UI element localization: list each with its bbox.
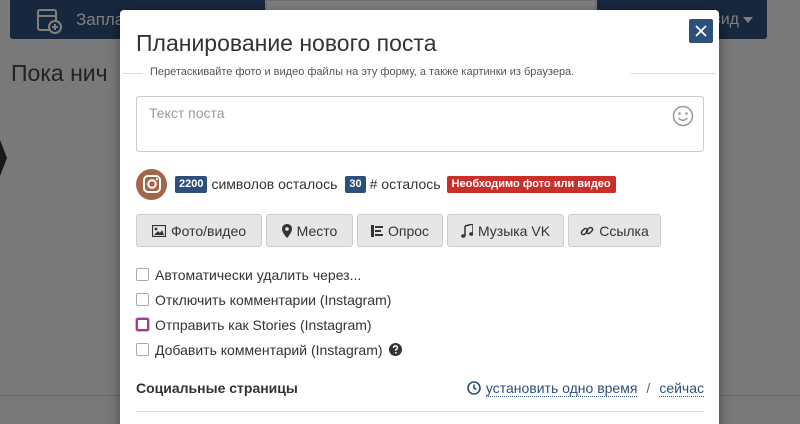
- photo-video-label: Фото/видео: [170, 222, 247, 239]
- drop-hint-text: Перетаскивайте фото и видео файлы на эту…: [147, 66, 578, 78]
- close-icon: [695, 25, 707, 37]
- disable-comments-label: Отключить комментарии (Instagram): [155, 291, 392, 308]
- social-divider: [136, 411, 704, 412]
- attachment-toolbar: Фото/видео Место Опрос Музыка VK Ссылка: [136, 214, 661, 247]
- counter-row: 2200 символов осталось 30 # осталось Нео…: [136, 168, 616, 200]
- post-options: Автоматически удалить через... Отключить…: [136, 262, 402, 362]
- auto-delete-label: Автоматически удалить через...: [155, 266, 362, 283]
- photo-video-button[interactable]: Фото/видео: [136, 214, 262, 247]
- time-links: установить одно время / сейчас: [467, 380, 704, 397]
- option-add-comment[interactable]: Добавить комментарий (Instagram): [136, 337, 402, 362]
- poll-button[interactable]: Опрос: [357, 214, 443, 247]
- place-label: Место: [296, 222, 338, 239]
- social-pages-header: Социальные страницы установить одно врем…: [136, 378, 704, 398]
- music-note-icon: [461, 223, 473, 238]
- modal-title: Планирование нового поста: [136, 30, 437, 56]
- drop-hint: Перетаскивайте фото и видео файлы на эту…: [123, 66, 716, 78]
- vk-music-button[interactable]: Музыка VK: [447, 214, 564, 247]
- instagram-icon: [142, 175, 161, 193]
- smile-icon: [672, 105, 694, 127]
- question-circle-icon[interactable]: [388, 343, 402, 356]
- hashtags-left-badge: 30: [345, 175, 366, 193]
- poll-label: Опрос: [387, 222, 430, 239]
- poll-icon: [370, 224, 383, 237]
- post-text-input[interactable]: [137, 97, 703, 151]
- option-disable-comments[interactable]: Отключить комментарии (Instagram): [136, 287, 402, 312]
- option-send-as-stories[interactable]: Отправить как Stories (Instagram): [136, 312, 402, 337]
- link-icon: [580, 226, 594, 235]
- clock-icon: [467, 381, 481, 395]
- close-button[interactable]: [689, 19, 713, 43]
- media-required-warning: Необходимо фото или видео: [446, 175, 616, 193]
- add-comment-checkbox[interactable]: [136, 343, 149, 356]
- auto-delete-checkbox[interactable]: [136, 268, 149, 281]
- separator: /: [646, 380, 651, 396]
- option-auto-delete[interactable]: Автоматически удалить через...: [136, 262, 402, 287]
- map-marker-icon: [281, 223, 292, 238]
- hint-line-left: [123, 73, 143, 74]
- link-label: Ссылка: [599, 222, 649, 239]
- set-one-time-link[interactable]: установить одно время: [485, 380, 638, 397]
- vk-music-label: Музыка VK: [477, 222, 551, 239]
- disable-comments-checkbox[interactable]: [136, 293, 149, 306]
- place-button[interactable]: Место: [266, 214, 353, 247]
- image-icon: [151, 224, 166, 237]
- send-as-stories-label: Отправить как Stories (Instagram): [155, 316, 372, 333]
- post-text-wrapper: [136, 96, 704, 152]
- social-pages-title: Социальные страницы: [136, 380, 298, 396]
- chars-left-badge: 2200: [175, 175, 208, 193]
- add-comment-label: Добавить комментарий (Instagram): [155, 341, 383, 358]
- emoji-picker-button[interactable]: [672, 105, 694, 132]
- hashtags-left-label: # осталось: [369, 176, 441, 192]
- send-as-stories-checkbox[interactable]: [136, 318, 149, 331]
- instagram-avatar[interactable]: [136, 168, 167, 200]
- hint-line-right: [631, 73, 716, 74]
- link-button[interactable]: Ссылка: [568, 214, 661, 247]
- chars-left-label: символов осталось: [211, 176, 338, 192]
- new-post-modal: Планирование нового поста Перетаскивайте…: [120, 10, 719, 424]
- now-link[interactable]: сейчас: [659, 380, 704, 397]
